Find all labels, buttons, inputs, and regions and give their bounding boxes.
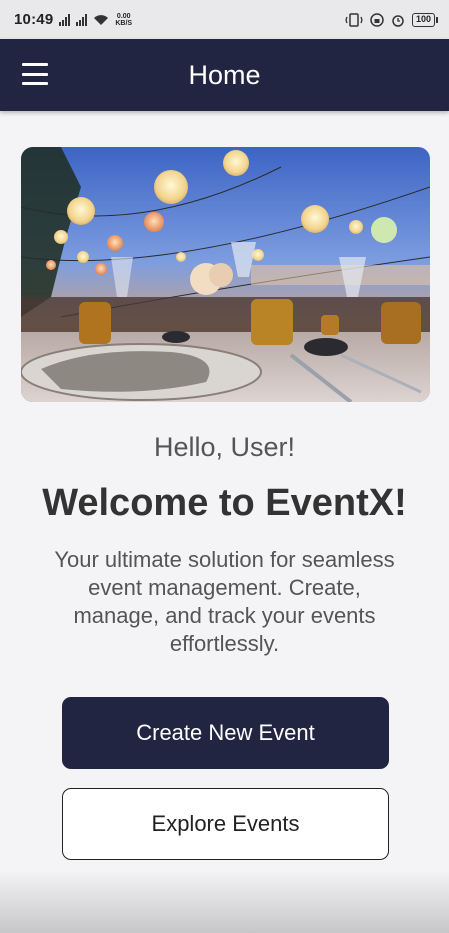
status-right: 100 [345,12,439,27]
wifi-icon [94,14,109,25]
vibrate-icon [345,12,363,27]
net-speed-value: 0.00 [116,12,131,20]
net-speed-unit: KB/S [115,19,133,27]
explore-events-button[interactable]: Explore Events [62,788,389,860]
menu-icon[interactable] [22,63,48,85]
page-title: Home [188,59,261,90]
create-event-label: Create New Event [136,720,315,745]
status-bar: 10:49 0.00 KB/S 100 [0,0,449,39]
status-time: 10:49 [14,11,54,28]
signal-icon [59,13,71,26]
tagline-text: Your ultimate solution for seamless even… [54,547,395,656]
signal-icon-2 [76,13,88,26]
greeting-text: Hello, User! [153,432,296,462]
net-speed: 0.00 KB/S [115,13,132,27]
status-left: 10:49 0.00 KB/S [14,11,132,28]
explore-events-label: Explore Events [151,811,300,836]
hero-image [21,147,430,402]
lock-rotation-icon [370,12,384,27]
create-event-button[interactable]: Create New Event [62,697,389,769]
welcome-heading: Welcome to EventX! [42,482,407,524]
battery-icon: 100 [411,12,439,27]
bottom-fade [0,870,449,933]
app-bar: Home [0,39,449,111]
alarm-icon [392,14,404,27]
